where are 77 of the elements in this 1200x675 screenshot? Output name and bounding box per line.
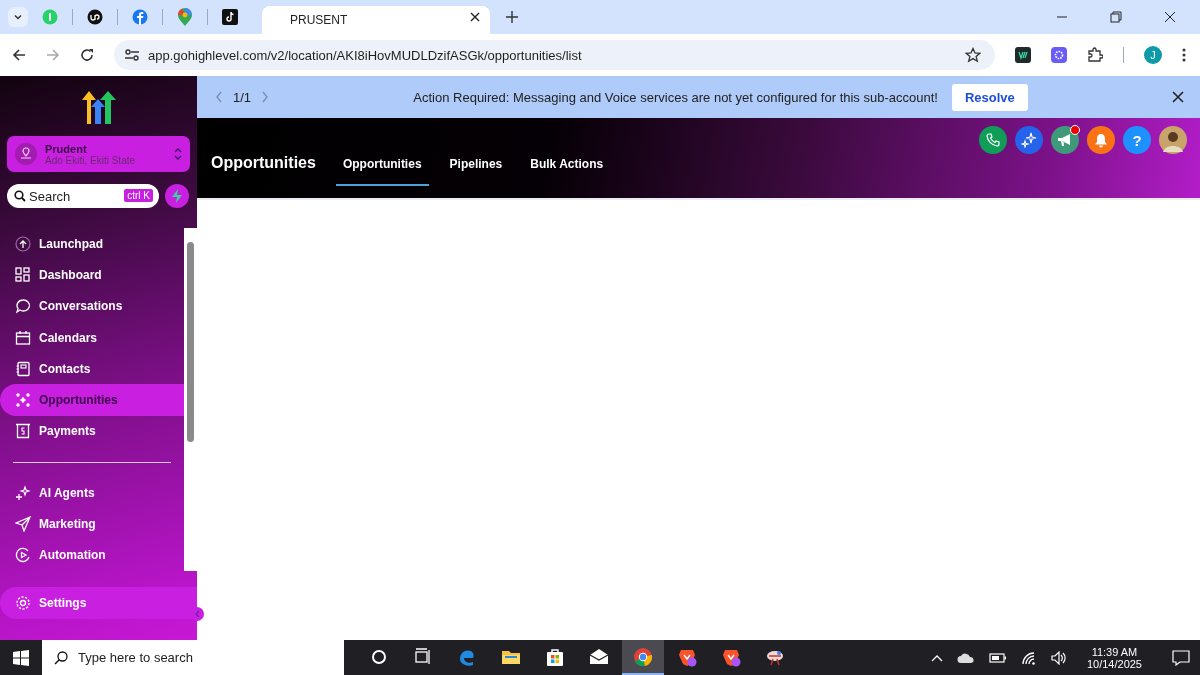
header-tab[interactable]: Pipelines bbox=[442, 157, 510, 186]
nav-item[interactable]: Payments bbox=[0, 415, 184, 448]
nav-icon bbox=[15, 547, 31, 564]
taskbar-search-field[interactable]: Type here to search bbox=[42, 640, 344, 675]
nav-item[interactable]: Dashboard bbox=[0, 259, 184, 291]
page-title: Opportunities bbox=[211, 154, 316, 173]
nav-icon bbox=[15, 235, 31, 252]
extension-icon[interactable] bbox=[1051, 47, 1067, 63]
alert-message: Action Required: Messaging and Voice services are not yet configured for this sub-account! bbox=[413, 89, 938, 105]
windows-icon bbox=[13, 649, 29, 666]
clock[interactable]: 11:39 AM 10/14/2025 bbox=[1086, 645, 1142, 670]
new-tab-icon[interactable] bbox=[506, 11, 518, 23]
nav-icon bbox=[15, 360, 31, 377]
phone-icon bbox=[986, 133, 1000, 147]
chevron-left-icon bbox=[194, 610, 200, 618]
lightning-icon bbox=[171, 189, 183, 203]
nav-item[interactable]: Calendars bbox=[0, 321, 184, 354]
close-icon[interactable] bbox=[470, 12, 480, 22]
settings-item[interactable]: Settings bbox=[0, 587, 197, 619]
search-icon bbox=[54, 651, 68, 665]
nav-item[interactable]: Launchpad bbox=[0, 228, 184, 260]
close-icon[interactable] bbox=[1164, 11, 1176, 23]
restore-icon[interactable] bbox=[1110, 11, 1122, 23]
chrome-taskbar-icon[interactable] bbox=[622, 640, 664, 675]
nav-item[interactable]: Contacts bbox=[0, 353, 184, 385]
site-settings-icon[interactable] bbox=[124, 48, 140, 62]
bell-icon bbox=[1094, 132, 1108, 148]
nav-item[interactable]: AI Agents bbox=[0, 477, 184, 509]
header-tab[interactable]: Bulk Actions bbox=[523, 157, 611, 186]
nav-icon bbox=[15, 329, 31, 346]
keyboard-shortcut: ctrl K bbox=[124, 189, 153, 202]
logo-icon bbox=[80, 90, 117, 124]
pager-text: 1/1 bbox=[233, 89, 252, 105]
user-avatar[interactable] bbox=[1159, 126, 1187, 154]
menu-icon[interactable] bbox=[1182, 48, 1186, 62]
nav-icon bbox=[15, 516, 31, 532]
chevron-up-down-icon bbox=[174, 147, 182, 161]
nav-item[interactable]: Automation bbox=[0, 539, 184, 571]
megaphone-button[interactable] bbox=[1051, 126, 1079, 154]
extensions-puzzle-icon[interactable] bbox=[1087, 47, 1103, 63]
cloud-icon[interactable] bbox=[956, 651, 975, 664]
nav-item[interactable]: Opportunities bbox=[0, 384, 184, 416]
back-icon[interactable] bbox=[12, 48, 26, 62]
phone-button[interactable] bbox=[979, 126, 1007, 154]
tab-search-button[interactable] bbox=[8, 7, 28, 27]
address-bar[interactable]: app.gohighlevel.com/v2/location/AKI8iHovMUDLDzifASGk/opportunities/list bbox=[114, 40, 995, 70]
chevron-down-icon bbox=[13, 12, 23, 22]
nav-item[interactable]: Conversations bbox=[0, 290, 184, 322]
nav-icon bbox=[15, 298, 31, 315]
browser-tab[interactable]: PRUSENT bbox=[262, 6, 490, 34]
reload-icon[interactable] bbox=[80, 48, 94, 62]
bookmark-star-icon[interactable] bbox=[965, 47, 981, 63]
caret-up-icon[interactable] bbox=[930, 653, 943, 662]
notifications-icon[interactable] bbox=[1172, 649, 1190, 666]
header-tab[interactable]: Opportunities bbox=[335, 157, 429, 186]
nav-icon bbox=[15, 266, 31, 283]
nav-icon bbox=[15, 423, 31, 440]
bell-button[interactable] bbox=[1087, 126, 1115, 154]
volume-icon[interactable] bbox=[1050, 650, 1067, 665]
nav-icon bbox=[15, 392, 31, 409]
megaphone-icon bbox=[1057, 133, 1073, 147]
search-icon bbox=[14, 190, 26, 202]
quick-actions-button[interactable] bbox=[165, 184, 189, 208]
extension-icon[interactable] bbox=[1015, 47, 1031, 63]
collapse-sidebar-button[interactable] bbox=[190, 607, 204, 621]
sparkle-icon bbox=[1021, 132, 1037, 148]
nav-item[interactable]: Marketing bbox=[0, 508, 184, 540]
wifi-icon[interactable] bbox=[1020, 650, 1037, 665]
battery-icon[interactable] bbox=[988, 652, 1007, 663]
close-icon[interactable] bbox=[1172, 91, 1184, 103]
sparkle-button[interactable] bbox=[1015, 126, 1043, 154]
settings-icon bbox=[15, 594, 31, 611]
account-switcher[interactable]: Prudent Ado Ekiti, Ekiti State bbox=[7, 136, 190, 172]
nav-icon bbox=[15, 484, 31, 501]
scrollbar[interactable] bbox=[184, 228, 197, 571]
location-icon bbox=[15, 143, 37, 165]
resolve-button[interactable]: Resolve bbox=[951, 83, 1028, 111]
